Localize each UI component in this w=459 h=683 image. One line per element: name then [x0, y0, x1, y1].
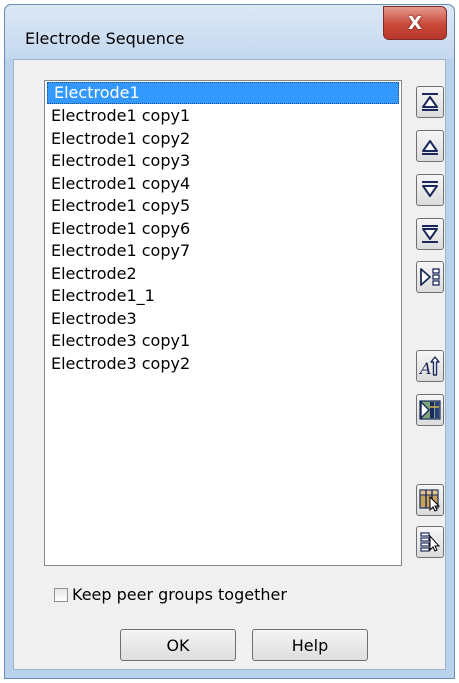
close-button[interactable]: X	[383, 6, 447, 40]
list-item[interactable]: Electrode3 copy2	[45, 353, 401, 376]
list-item[interactable]: Electrode3 copy1	[45, 330, 401, 353]
move-to-bottom-button[interactable]	[416, 218, 444, 250]
list-item[interactable]: Electrode1 copy7	[45, 240, 401, 263]
keep-peer-groups-option[interactable]: Keep peer groups together	[54, 585, 287, 604]
electrode-list[interactable]: Electrode1 Electrode1 copy1 Electrode1 c…	[44, 80, 402, 566]
list-item[interactable]: Electrode1	[47, 82, 399, 104]
pick-table-icon	[419, 489, 441, 512]
list-item[interactable]: Electrode2	[45, 263, 401, 286]
sort-alphabetical-icon: A	[419, 356, 440, 378]
sort-by-position-icon	[419, 400, 441, 420]
dialog-body: Electrode1 Electrode1 copy1 Electrode1 c…	[13, 59, 446, 670]
sort-alphabetical-button[interactable]: A	[416, 350, 444, 382]
sequence-tree-icon	[420, 268, 440, 286]
svg-text:A: A	[419, 359, 432, 378]
sequence-tree-button[interactable]	[416, 261, 444, 293]
move-to-top-button[interactable]	[416, 86, 444, 118]
move-up-icon	[422, 140, 438, 155]
list-item[interactable]: Electrode1 copy4	[45, 173, 401, 196]
title-bar[interactable]: Electrode Sequence X	[5, 5, 454, 59]
move-to-bottom-icon	[422, 225, 438, 243]
keep-peer-groups-checkbox[interactable]	[54, 587, 68, 602]
list-item[interactable]: Electrode3	[45, 308, 401, 331]
pick-table-button[interactable]	[416, 484, 444, 516]
list-item[interactable]: Electrode1_1	[45, 285, 401, 308]
close-icon: X	[408, 12, 422, 34]
ok-button[interactable]: OK	[120, 629, 236, 661]
list-item[interactable]: Electrode1 copy5	[45, 195, 401, 218]
help-button-label: Help	[291, 635, 329, 655]
move-down-button[interactable]	[416, 174, 444, 206]
pick-list-icon	[420, 532, 441, 552]
keep-peer-groups-label: Keep peer groups together	[72, 585, 287, 604]
dialog-window: Electrode Sequence X Electrode1 Electrod…	[4, 4, 455, 679]
help-button[interactable]: Help	[252, 629, 368, 661]
list-item[interactable]: Electrode1 copy6	[45, 218, 401, 241]
sort-by-position-button[interactable]	[416, 394, 444, 426]
move-up-button[interactable]	[416, 130, 444, 162]
move-down-icon	[422, 181, 438, 197]
window-title: Electrode Sequence	[25, 29, 185, 48]
pick-list-button[interactable]	[416, 526, 444, 558]
list-item[interactable]: Electrode1 copy2	[45, 128, 401, 151]
list-item[interactable]: Electrode1 copy1	[45, 105, 401, 128]
move-to-top-icon	[422, 93, 438, 111]
list-item[interactable]: Electrode1 copy3	[45, 150, 401, 173]
ok-button-label: OK	[166, 635, 190, 655]
